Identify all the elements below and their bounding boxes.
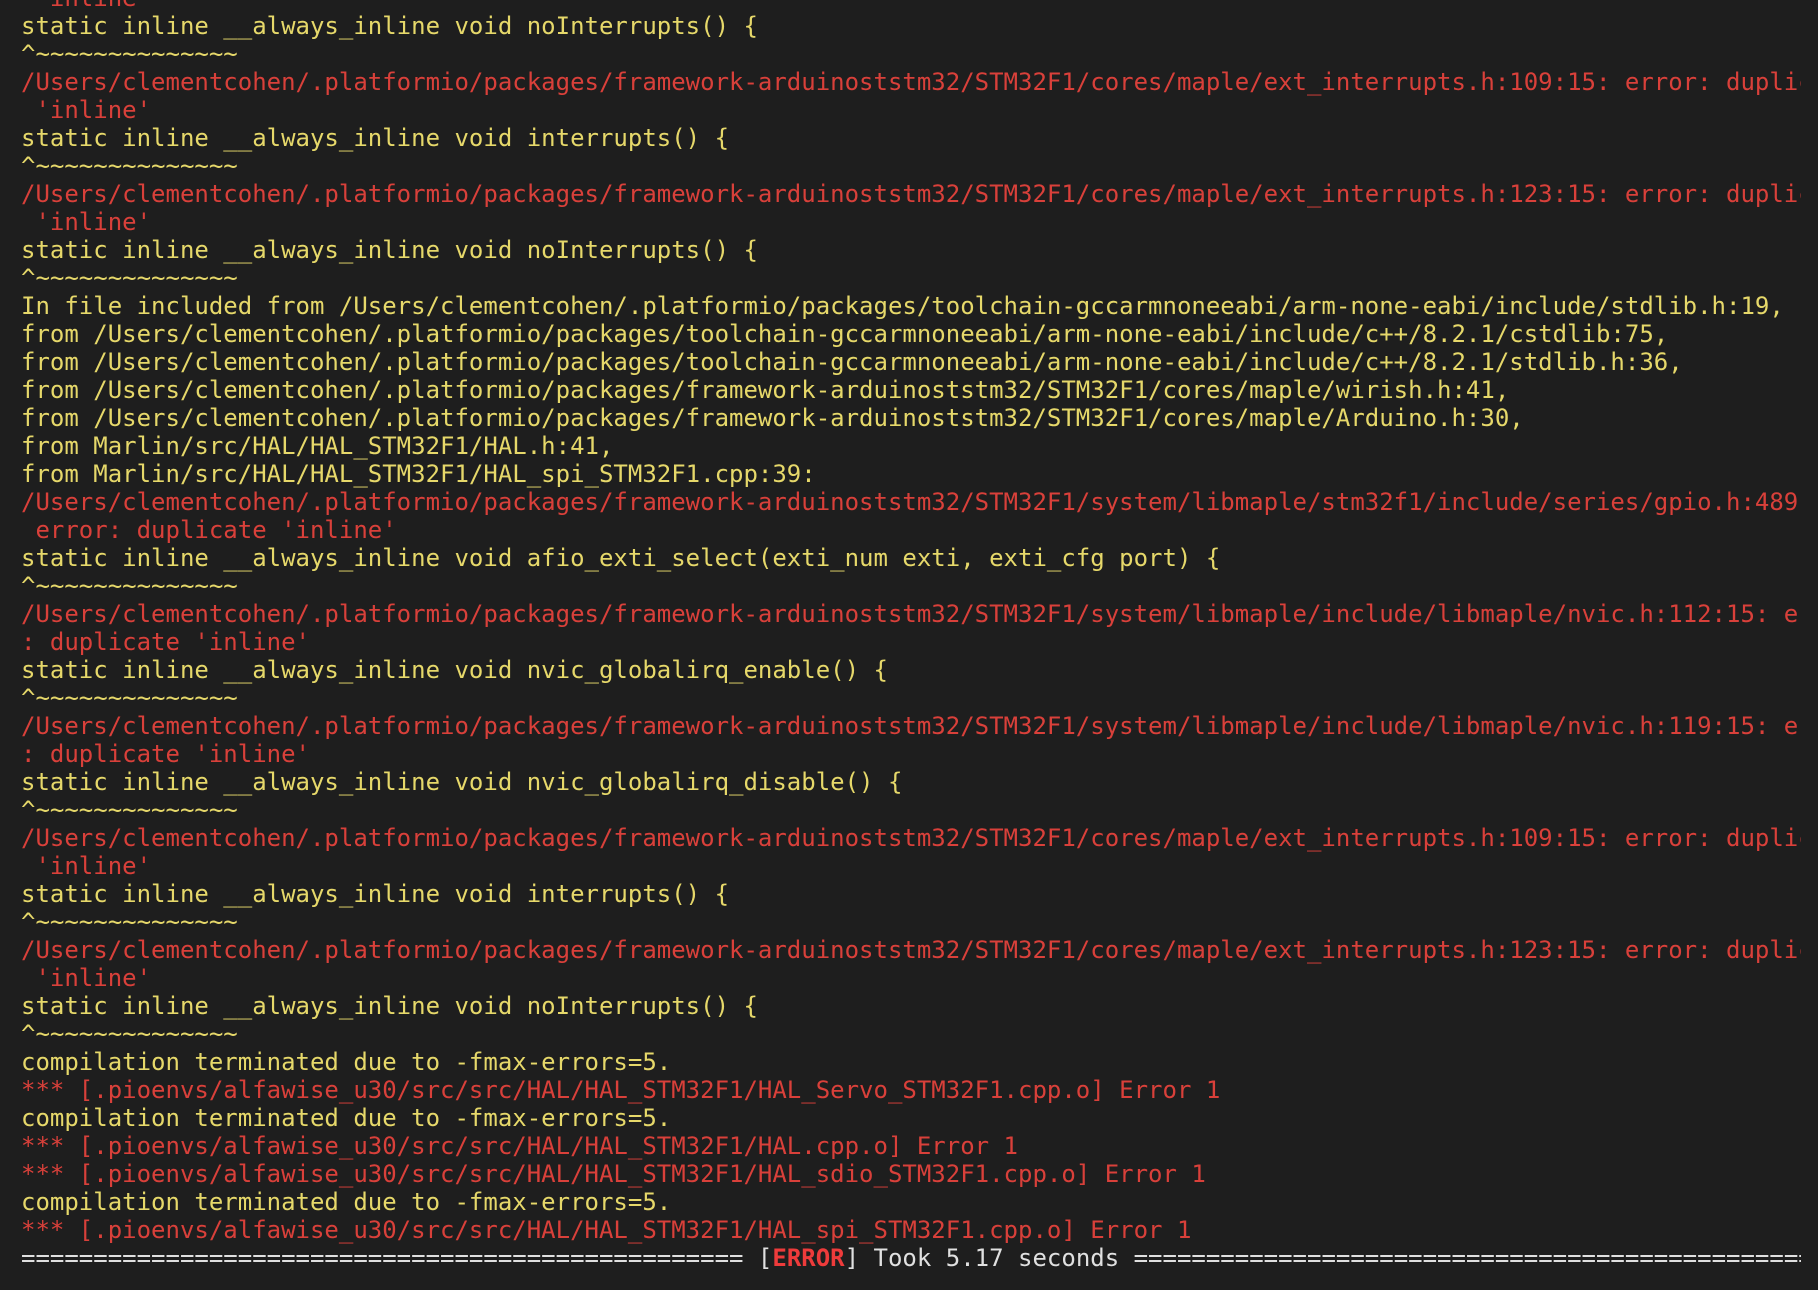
terminal-line: from /Users/clementcohen/.platformio/pac… [21,348,1683,376]
terminal-line-error: : duplicate 'inline' [21,628,310,656]
build-status-error: ERROR [772,1244,845,1272]
terminal-line: static inline __always_inline void inter… [21,124,730,152]
terminal-line: ^~~~~~~~~~~~~~~ [21,908,238,936]
terminal-line-error: /Users/clementcohen/.platformio/packages… [21,180,1801,208]
build-summary-line: ========================================… [21,1244,1801,1272]
terminal-line: static inline __always_inline void nvic_… [21,656,888,684]
terminal-line-error: 'inline' [21,208,152,236]
terminal-line-error: 'inline' [21,0,1801,12]
terminal-line: compilation terminated due to -fmax-erro… [21,1188,672,1216]
terminal-line: ^~~~~~~~~~~~~~~ [21,684,238,712]
terminal-line-error: 'inline' [21,964,152,992]
terminal-line-error: 'inline' [21,96,152,124]
terminal-line: static inline __always_inline void noInt… [21,236,758,264]
summary-rule-left: ========================================… [21,1244,744,1272]
terminal-line-error: /Users/clementcohen/.platformio/packages… [21,68,1801,96]
summary-rule-right: ========================================… [1133,1244,1801,1272]
terminal-line: ^~~~~~~~~~~~~~~ [21,1020,238,1048]
terminal-line-error: error: duplicate 'inline' [21,516,397,544]
terminal-line-error: *** [.pioenvs/alfawise_u30/src/src/HAL/H… [21,1132,1018,1160]
terminal-line-error: /Users/clementcohen/.platformio/packages… [21,488,1801,516]
summary-bracket-open: [ [743,1244,773,1272]
terminal-line-error: : duplicate 'inline' [21,740,310,768]
terminal-output: 'inline'static inline __always_inline vo… [21,0,1801,1272]
terminal-line: from /Users/clementcohen/.platformio/pac… [21,320,1669,348]
terminal-line: compilation terminated due to -fmax-erro… [21,1048,672,1076]
terminal-window[interactable]: 'inline'static inline __always_inline vo… [0,0,1818,1290]
terminal-line: static inline __always_inline void noInt… [21,12,758,40]
terminal-line: In file included from /Users/clementcohe… [21,292,1784,320]
terminal-line: from /Users/clementcohen/.platformio/pac… [21,404,1524,432]
terminal-line-error: *** [.pioenvs/alfawise_u30/src/src/HAL/H… [21,1216,1192,1244]
terminal-line: ^~~~~~~~~~~~~~~ [21,264,238,292]
terminal-line: ^~~~~~~~~~~~~~~ [21,796,238,824]
terminal-line-error: 'inline' [21,852,152,880]
terminal-line: from /Users/clementcohen/.platformio/pac… [21,376,1510,404]
terminal-line: from Marlin/src/HAL/HAL_STM32F1/HAL.h:41… [21,432,614,460]
terminal-line: static inline __always_inline void inter… [21,880,730,908]
terminal-line-error: *** [.pioenvs/alfawise_u30/src/src/HAL/H… [21,1076,1221,1104]
terminal-line: static inline __always_inline void noInt… [21,992,758,1020]
terminal-line-error: /Users/clementcohen/.platformio/packages… [21,936,1801,964]
terminal-line-error: /Users/clementcohen/.platformio/packages… [21,712,1801,740]
terminal-line: from Marlin/src/HAL/HAL_STM32F1/HAL_spi_… [21,460,816,488]
terminal-line-error: /Users/clementcohen/.platformio/packages… [21,824,1801,852]
terminal-line-error: /Users/clementcohen/.platformio/packages… [21,600,1801,628]
terminal-line: ^~~~~~~~~~~~~~~ [21,572,238,600]
terminal-line-error: *** [.pioenvs/alfawise_u30/src/src/HAL/H… [21,1160,1206,1188]
terminal-line: compilation terminated due to -fmax-erro… [21,1104,672,1132]
terminal-line: ^~~~~~~~~~~~~~~ [21,152,238,180]
terminal-line: static inline __always_inline void afio_… [21,544,1221,572]
build-duration-text: ] Took 5.17 seconds [844,1244,1134,1272]
terminal-line: ^~~~~~~~~~~~~~~ [21,40,238,68]
terminal-line: static inline __always_inline void nvic_… [21,768,903,796]
